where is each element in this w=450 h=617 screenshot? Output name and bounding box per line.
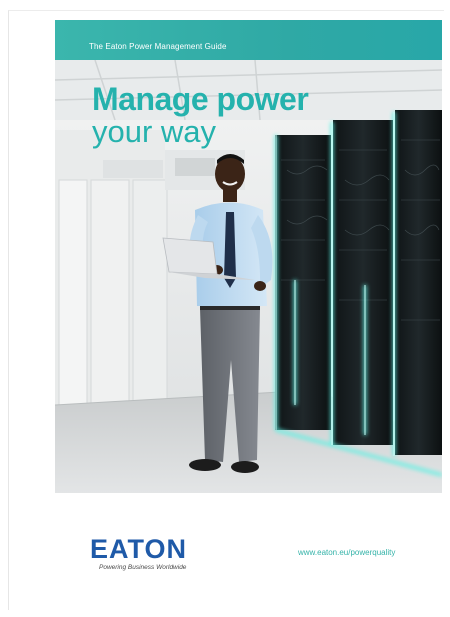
headline-line-1: Manage power <box>92 81 309 117</box>
brochure-cover: The Eaton Power Management Guide Manage … <box>55 20 442 614</box>
banner-text: The Eaton Power Management Guide <box>89 42 227 51</box>
website-link[interactable]: www.eaton.eu/powerquality <box>298 548 395 557</box>
eaton-tagline: Powering Business Worldwide <box>99 564 187 571</box>
eaton-logo-wordmark: EATON <box>90 534 188 564</box>
server-racks <box>274 110 442 477</box>
eaton-logo: EATON Powering Business Worldwide <box>90 535 187 571</box>
headline-line-2: your way <box>92 114 217 149</box>
top-banner: The Eaton Power Management Guide <box>55 20 442 60</box>
